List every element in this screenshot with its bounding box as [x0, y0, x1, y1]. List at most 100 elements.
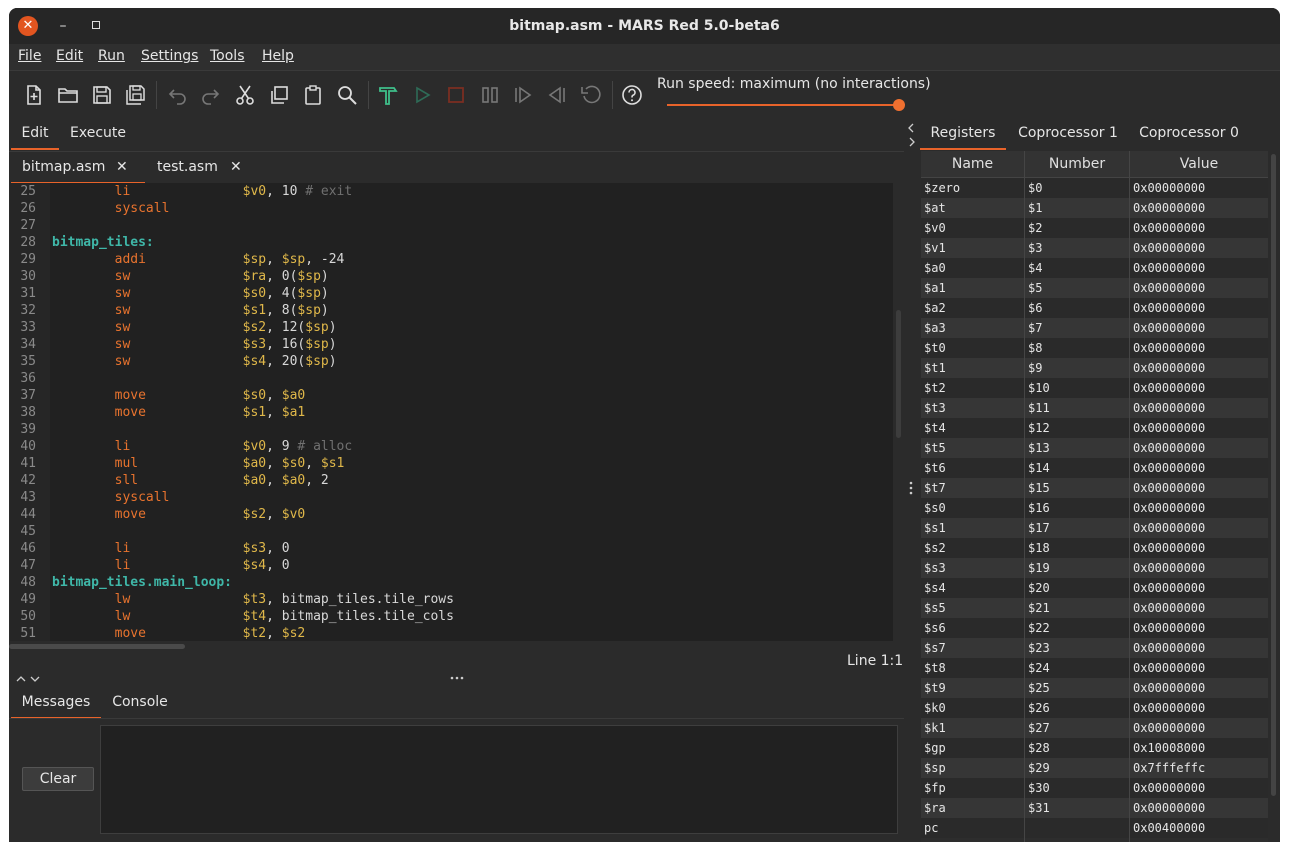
assemble-hammer-icon[interactable] — [377, 84, 399, 106]
code-line[interactable]: 39 — [10, 421, 893, 438]
column-header-number[interactable]: Number — [1025, 151, 1130, 177]
menu-edit[interactable]: Edit — [56, 48, 83, 64]
code-line[interactable]: 31 sw $s0, 4($sp) — [10, 285, 893, 302]
code-line[interactable]: 36 — [10, 370, 893, 387]
table-row[interactable]: $t9 $25 0x00000000 — [921, 678, 1268, 698]
code-line[interactable]: 40 li $v0, 9 # alloc — [10, 438, 893, 455]
collapse-expand-arrows-icon[interactable] — [15, 674, 43, 684]
code-line[interactable]: 28 bitmap_tiles: — [10, 234, 893, 251]
tab-console[interactable]: Console — [105, 687, 175, 717]
code-line[interactable]: 45 — [10, 523, 893, 540]
code-line[interactable]: 48 bitmap_tiles.main_loop: — [10, 574, 893, 591]
code-line[interactable]: 49 lw $t3, bitmap_tiles.tile_rows — [10, 591, 893, 608]
table-row[interactable]: $s6 $22 0x00000000 — [921, 618, 1268, 638]
table-row[interactable]: $t4 $12 0x00000000 — [921, 418, 1268, 438]
tab-registers[interactable]: Registers — [920, 118, 1006, 150]
table-row[interactable]: $a0 $4 0x00000000 — [921, 258, 1268, 278]
table-row[interactable]: $at $1 0x00000000 — [921, 198, 1268, 218]
code-line[interactable]: 33 sw $s2, 12($sp) — [10, 319, 893, 336]
code-editor[interactable]: 25 li $v0, 10 # exit 26 syscall 27 28 bitmap_… — [10, 183, 893, 641]
menu-settings[interactable]: Settings — [141, 48, 198, 64]
code-line[interactable]: 35 sw $s4, 20($sp) — [10, 353, 893, 370]
run-speed-slider-thumb[interactable] — [893, 99, 905, 111]
table-row[interactable]: $sp $29 0x7fffeffc — [921, 758, 1268, 778]
drag-handle-icon[interactable] — [449, 675, 465, 681]
code-line[interactable]: 26 syscall — [10, 200, 893, 217]
table-row[interactable]: $s3 $19 0x00000000 — [921, 558, 1268, 578]
close-tab-icon[interactable]: ✕ — [230, 152, 242, 182]
code-line[interactable]: 38 move $s1, $a1 — [10, 404, 893, 421]
code-line[interactable]: 43 syscall — [10, 489, 893, 506]
menu-run[interactable]: Run — [98, 48, 125, 64]
registers-scroll-thumb[interactable] — [1271, 154, 1276, 796]
menu-help[interactable]: Help — [262, 48, 294, 64]
clear-button[interactable]: Clear — [22, 767, 94, 791]
close-tab-icon[interactable]: ✕ — [116, 152, 128, 182]
column-header-value[interactable]: Value — [1130, 151, 1268, 177]
file-tab-test[interactable]: test.asm ✕ — [147, 152, 277, 182]
menu-file[interactable]: File — [18, 48, 41, 64]
table-row[interactable]: $v0 $2 0x00000000 — [921, 218, 1268, 238]
file-tab-bitmap[interactable]: bitmap.asm ✕ — [11, 152, 145, 184]
editor-horizontal-scroll-thumb[interactable] — [9, 644, 185, 649]
table-row[interactable]: $a3 $7 0x00000000 — [921, 318, 1268, 338]
menu-tools[interactable]: Tools — [210, 48, 245, 64]
code-line[interactable]: 32 sw $s1, 8($sp) — [10, 302, 893, 319]
open-folder-icon[interactable] — [57, 84, 79, 106]
collapse-expand-arrows-icon[interactable] — [907, 122, 916, 148]
table-row[interactable]: $gp $28 0x10008000 — [921, 738, 1268, 758]
copy-icon[interactable] — [268, 84, 290, 106]
table-row[interactable]: $t2 $10 0x00000000 — [921, 378, 1268, 398]
save-icon[interactable] — [91, 84, 113, 106]
table-row[interactable]: $t6 $14 0x00000000 — [921, 458, 1268, 478]
table-row[interactable]: $t3 $11 0x00000000 — [921, 398, 1268, 418]
tab-edit[interactable]: Edit — [11, 118, 59, 150]
tab-coprocessor-0[interactable]: Coprocessor 0 — [1137, 118, 1241, 148]
table-row[interactable]: $t1 $9 0x00000000 — [921, 358, 1268, 378]
search-icon[interactable] — [336, 84, 358, 106]
table-row[interactable]: $k0 $26 0x00000000 — [921, 698, 1268, 718]
run-icon[interactable] — [411, 84, 433, 106]
code-line[interactable]: 30 sw $ra, 0($sp) — [10, 268, 893, 285]
table-row[interactable]: $a1 $5 0x00000000 — [921, 278, 1268, 298]
undo-icon[interactable] — [166, 84, 188, 106]
table-row[interactable]: $s1 $17 0x00000000 — [921, 518, 1268, 538]
code-line[interactable]: 50 lw $t4, bitmap_tiles.tile_cols — [10, 608, 893, 625]
vertical-splitter[interactable] — [906, 118, 917, 842]
table-row[interactable]: $t5 $13 0x00000000 — [921, 438, 1268, 458]
stop-icon[interactable] — [445, 84, 467, 106]
table-row[interactable]: $s4 $20 0x00000000 — [921, 578, 1268, 598]
code-line[interactable]: 37 move $s0, $a0 — [10, 387, 893, 404]
table-row[interactable]: $k1 $27 0x00000000 — [921, 718, 1268, 738]
table-row[interactable]: pc 0x00400000 — [921, 818, 1268, 838]
run-speed-slider-track[interactable] — [667, 104, 899, 106]
table-row[interactable]: $fp $30 0x00000000 — [921, 778, 1268, 798]
step-forward-icon[interactable] — [512, 84, 534, 106]
tab-execute[interactable]: Execute — [65, 118, 131, 148]
code-line[interactable]: 42 sll $a0, $a0, 2 — [10, 472, 893, 489]
tab-messages[interactable]: Messages — [11, 687, 101, 719]
table-row[interactable]: $s0 $16 0x00000000 — [921, 498, 1268, 518]
code-line[interactable]: 46 li $s3, 0 — [10, 540, 893, 557]
step-back-icon[interactable] — [546, 84, 568, 106]
table-row[interactable]: $zero $0 0x00000000 — [921, 178, 1268, 198]
code-line[interactable]: 44 move $s2, $v0 — [10, 506, 893, 523]
code-line[interactable]: 29 addi $sp, $sp, -24 — [10, 251, 893, 268]
save-all-icon[interactable] — [124, 84, 146, 106]
code-line[interactable]: 25 li $v0, 10 # exit — [10, 183, 893, 200]
code-line[interactable]: 34 sw $s3, 16($sp) — [10, 336, 893, 353]
drag-handle-icon[interactable] — [909, 480, 913, 496]
reset-icon[interactable] — [580, 84, 602, 106]
new-file-icon[interactable] — [23, 84, 45, 106]
code-line[interactable]: 41 mul $a0, $s0, $s1 — [10, 455, 893, 472]
table-row[interactable]: $s5 $21 0x00000000 — [921, 598, 1268, 618]
redo-icon[interactable] — [200, 84, 222, 106]
code-line[interactable]: 51 move $t2, $s2 — [10, 625, 893, 641]
code-line[interactable]: 47 li $s4, 0 — [10, 557, 893, 574]
table-row[interactable]: $t0 $8 0x00000000 — [921, 338, 1268, 358]
cut-icon[interactable] — [234, 84, 256, 106]
table-row[interactable]: $ra $31 0x00000000 — [921, 798, 1268, 818]
table-row[interactable]: $v1 $3 0x00000000 — [921, 238, 1268, 258]
horizontal-splitter[interactable] — [9, 672, 904, 686]
table-row[interactable]: $s2 $18 0x00000000 — [921, 538, 1268, 558]
